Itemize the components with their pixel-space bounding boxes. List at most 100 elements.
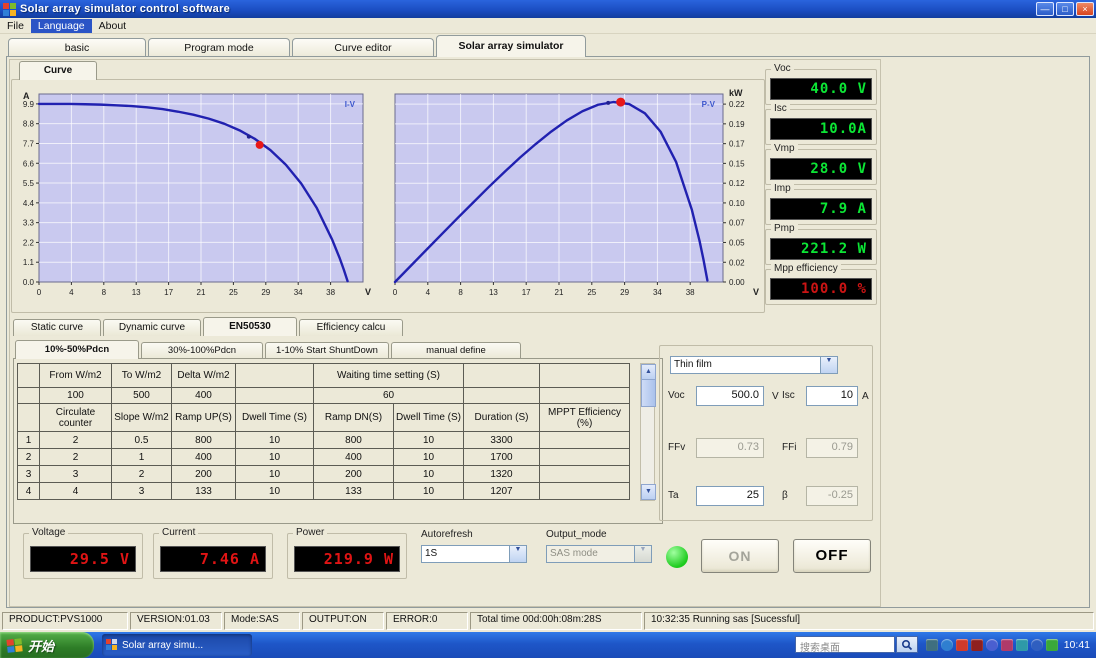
table-cell[interactable]: 2 xyxy=(39,448,112,466)
scroll-down-button[interactable]: ▼ xyxy=(641,484,656,500)
maximize-button[interactable]: □ xyxy=(1056,2,1074,16)
tab-program-mode[interactable]: Program mode xyxy=(148,38,290,57)
tray-icon-blue-app[interactable] xyxy=(986,639,998,651)
tab-basic[interactable]: basic xyxy=(8,38,146,57)
table-cell[interactable] xyxy=(539,448,630,466)
table-cell[interactable]: 500 xyxy=(111,387,172,404)
table-cell[interactable] xyxy=(235,387,314,404)
start-button[interactable]: 开始 xyxy=(0,632,94,658)
svg-text:29: 29 xyxy=(261,288,270,297)
table-cell[interactable]: 3 xyxy=(111,482,172,500)
tab-static-curve[interactable]: Static curve xyxy=(13,319,101,336)
menu-item-language[interactable]: Language xyxy=(30,18,92,33)
table-cell[interactable]: 2 xyxy=(111,465,172,483)
taskbar-app-button[interactable]: Solar array simu... xyxy=(102,634,252,656)
tray-icon-magenta[interactable] xyxy=(1001,639,1013,651)
table-cell[interactable]: 133 xyxy=(171,482,236,500)
table-cell[interactable]: 1700 xyxy=(463,448,540,466)
table-cell[interactable]: 10 xyxy=(393,431,464,449)
tray-icon-shield-green[interactable] xyxy=(1046,639,1058,651)
tab-en50530[interactable]: EN50530 xyxy=(203,317,297,336)
combo-arrow-icon[interactable]: ▼ xyxy=(820,357,837,373)
table-cell[interactable]: 3 xyxy=(39,465,112,483)
table-cell[interactable]: 800 xyxy=(171,431,236,449)
table-cell[interactable]: 200 xyxy=(313,465,394,483)
table-header-cell: Circulate counter xyxy=(39,403,112,432)
table-cell[interactable]: 10 xyxy=(393,448,464,466)
tab-dynamic-curve[interactable]: Dynamic curve xyxy=(103,319,201,336)
svg-text:V: V xyxy=(365,287,371,297)
readout-display: 221.2 W xyxy=(770,238,872,260)
table-cell[interactable]: 0.5 xyxy=(111,431,172,449)
tab-curve-editor[interactable]: Curve editor xyxy=(292,38,434,57)
table-cell[interactable] xyxy=(539,465,630,483)
readout-isc: Isc 10.0A xyxy=(765,103,877,145)
table-cell[interactable]: 10 xyxy=(393,482,464,500)
scroll-up-button[interactable]: ▲ xyxy=(641,364,656,380)
tab-manual-define[interactable]: manual define xyxy=(391,342,521,359)
tab-efficiency-calcu[interactable]: Efficiency calcu xyxy=(299,319,403,336)
param-label-ta: Ta xyxy=(668,490,679,501)
tab-solar-array-simulator[interactable]: Solar array simulator xyxy=(436,35,586,57)
table-cell[interactable]: 1 xyxy=(111,448,172,466)
svg-text:0.07: 0.07 xyxy=(729,219,745,228)
combo-arrow-icon[interactable]: ▼ xyxy=(509,546,526,562)
status-item-5: Total time 00d:00h:08m:28S xyxy=(470,612,642,630)
tray-icon-dark-red[interactable] xyxy=(971,639,983,651)
table-cell[interactable]: 4 xyxy=(39,482,112,500)
table-cell[interactable]: 10 xyxy=(235,465,314,483)
param-input-ta[interactable]: 25 xyxy=(696,486,764,506)
table-cell[interactable]: 133 xyxy=(313,482,394,500)
close-button[interactable]: × xyxy=(1076,2,1094,16)
table-cell[interactable]: 10 xyxy=(235,448,314,466)
table-scrollbar[interactable]: ▲ ▼ xyxy=(640,363,656,501)
table-cell[interactable]: 400 xyxy=(313,448,394,466)
tab-1-10-start-shuntdown[interactable]: 1-10% Start ShuntDown xyxy=(265,342,389,359)
svg-text:0.22: 0.22 xyxy=(729,100,745,109)
table-cell[interactable] xyxy=(539,387,630,404)
table-header-cell: Dwell Time (S) xyxy=(235,403,314,432)
tab-30-100-pdcn[interactable]: 30%-100%Pdcn xyxy=(141,342,263,359)
table-cell[interactable]: 400 xyxy=(171,387,236,404)
search-button[interactable] xyxy=(896,636,918,653)
table-cell[interactable]: 100 xyxy=(39,387,112,404)
svg-text:2.2: 2.2 xyxy=(23,238,35,247)
table-cell[interactable]: 10 xyxy=(235,482,314,500)
svg-text:0.19: 0.19 xyxy=(729,120,745,129)
table-cell[interactable]: 10 xyxy=(235,431,314,449)
off-button[interactable]: OFF xyxy=(793,539,871,573)
tray-icon-volume[interactable] xyxy=(941,639,953,651)
table-cell[interactable]: 1320 xyxy=(463,465,540,483)
menu-item-about[interactable]: About xyxy=(92,19,133,33)
table-cell[interactable] xyxy=(463,387,540,404)
tab-10-50-pdcn[interactable]: 10%-50%Pdcn xyxy=(15,340,139,359)
desktop-search-input[interactable]: 搜索桌面 xyxy=(795,636,895,654)
table-cell[interactable]: 200 xyxy=(171,465,236,483)
app-icon xyxy=(3,2,16,16)
table-cell[interactable]: 3300 xyxy=(463,431,540,449)
menu-item-file[interactable]: File xyxy=(0,19,31,33)
table-cell[interactable]: 1207 xyxy=(463,482,540,500)
minimize-button[interactable]: — xyxy=(1036,2,1054,16)
taskbar: 开始 Solar array simu... 搜索桌面 10:41 xyxy=(0,632,1096,658)
table-cell[interactable]: 10 xyxy=(393,465,464,483)
param-input-voc[interactable]: 500.0 xyxy=(696,386,764,406)
tray-icon-shield-blue[interactable] xyxy=(1031,639,1043,651)
scroll-thumb[interactable] xyxy=(641,379,656,407)
tab-curve[interactable]: Curve xyxy=(19,61,97,80)
svg-text:7.7: 7.7 xyxy=(23,139,35,148)
table-cell[interactable]: 60 xyxy=(313,387,464,404)
table-cell[interactable]: 800 xyxy=(313,431,394,449)
table-cell[interactable] xyxy=(539,482,630,500)
tray-icon-red-badge[interactable] xyxy=(956,639,968,651)
table-cell[interactable]: 2 xyxy=(39,431,112,449)
autorefresh-combo[interactable]: 1S ▼ xyxy=(421,545,527,563)
status-item-3: OUTPUT:ON xyxy=(302,612,384,630)
tray-icon-network[interactable] xyxy=(926,639,938,651)
tray-icon-teal[interactable] xyxy=(1016,639,1028,651)
pv-type-combo[interactable]: Thin film ▼ xyxy=(670,356,838,374)
meter-voltage: Voltage 29.5 V xyxy=(23,527,143,579)
param-input-isc[interactable]: 10 xyxy=(806,386,858,406)
table-cell[interactable]: 400 xyxy=(171,448,236,466)
table-cell[interactable] xyxy=(539,431,630,449)
